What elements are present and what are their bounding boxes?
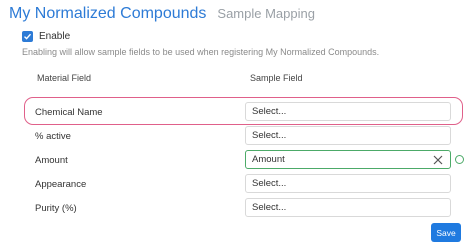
tab-bar: My Normalized Compounds Sample Mapping: [9, 5, 315, 23]
valid-info-icon: [455, 155, 464, 164]
save-button[interactable]: Save: [431, 223, 461, 242]
material-field-header: Material Field: [37, 73, 92, 83]
enable-row: Enable: [22, 31, 70, 42]
enable-help-text: Enabling will allow sample fields to be …: [22, 47, 380, 57]
row-label-amount: Amount: [35, 155, 68, 166]
mapping-panel: My Normalized Compounds Sample Mapping E…: [0, 0, 474, 250]
row-label-percent-active: % active: [35, 131, 71, 142]
check-icon: [24, 33, 32, 40]
enable-label: Enable: [39, 31, 71, 42]
select-percent-active[interactable]: Select...: [245, 126, 451, 145]
select-amount[interactable]: Amount: [245, 150, 451, 169]
sample-field-header: Sample Field: [250, 73, 303, 83]
enable-checkbox[interactable]: [22, 31, 33, 42]
clear-icon[interactable]: [433, 155, 443, 165]
select-purity[interactable]: Select...: [245, 198, 451, 217]
select-value: Select...: [252, 178, 287, 189]
select-chemical-name[interactable]: Select...: [245, 102, 451, 121]
select-value: Select...: [252, 106, 287, 117]
row-label-purity: Purity (%): [35, 203, 77, 214]
select-appearance[interactable]: Select...: [245, 174, 451, 193]
tab-my-normalized-compounds[interactable]: My Normalized Compounds: [9, 5, 206, 23]
select-value: Select...: [252, 130, 287, 141]
select-value: Amount: [252, 154, 285, 165]
row-label-appearance: Appearance: [35, 179, 87, 190]
select-value: Select...: [252, 202, 287, 213]
tab-sample-mapping[interactable]: Sample Mapping: [217, 6, 315, 21]
row-label-chemical-name: Chemical Name: [35, 107, 103, 118]
